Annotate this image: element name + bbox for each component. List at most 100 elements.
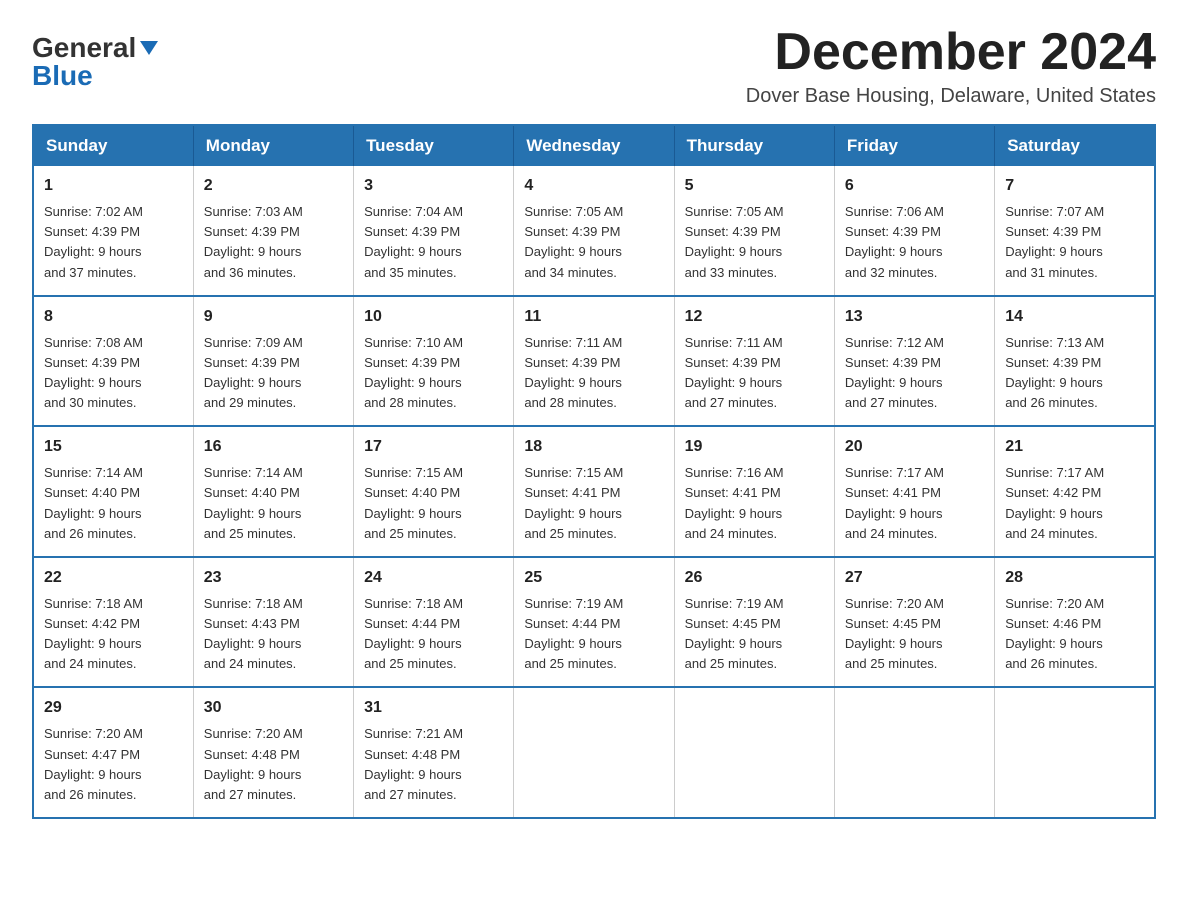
day-info: Sunrise: 7:18 AMSunset: 4:42 PMDaylight:… xyxy=(44,596,143,671)
day-info: Sunrise: 7:19 AMSunset: 4:44 PMDaylight:… xyxy=(524,596,623,671)
day-number: 25 xyxy=(524,566,663,590)
day-info: Sunrise: 7:20 AMSunset: 4:47 PMDaylight:… xyxy=(44,726,143,801)
day-info: Sunrise: 7:20 AMSunset: 4:45 PMDaylight:… xyxy=(845,596,944,671)
day-number: 12 xyxy=(685,305,824,329)
day-info: Sunrise: 7:20 AMSunset: 4:48 PMDaylight:… xyxy=(204,726,303,801)
calendar-cell xyxy=(514,687,674,818)
calendar-cell: 24 Sunrise: 7:18 AMSunset: 4:44 PMDaylig… xyxy=(354,557,514,688)
calendar-cell: 13 Sunrise: 7:12 AMSunset: 4:39 PMDaylig… xyxy=(834,296,994,427)
calendar-cell: 9 Sunrise: 7:09 AMSunset: 4:39 PMDayligh… xyxy=(193,296,353,427)
calendar-week-row: 1 Sunrise: 7:02 AMSunset: 4:39 PMDayligh… xyxy=(33,166,1155,296)
day-number: 11 xyxy=(524,305,663,329)
day-info: Sunrise: 7:08 AMSunset: 4:39 PMDaylight:… xyxy=(44,335,143,410)
calendar-cell: 6 Sunrise: 7:06 AMSunset: 4:39 PMDayligh… xyxy=(834,166,994,296)
day-number: 10 xyxy=(364,305,503,329)
calendar-cell xyxy=(674,687,834,818)
calendar-cell: 17 Sunrise: 7:15 AMSunset: 4:40 PMDaylig… xyxy=(354,426,514,557)
calendar-cell: 18 Sunrise: 7:15 AMSunset: 4:41 PMDaylig… xyxy=(514,426,674,557)
calendar-cell xyxy=(995,687,1155,818)
day-number: 15 xyxy=(44,435,183,459)
day-number: 31 xyxy=(364,696,503,720)
weekday-header-thursday: Thursday xyxy=(674,125,834,166)
calendar-cell: 20 Sunrise: 7:17 AMSunset: 4:41 PMDaylig… xyxy=(834,426,994,557)
logo: General Blue xyxy=(32,32,160,92)
calendar-cell: 16 Sunrise: 7:14 AMSunset: 4:40 PMDaylig… xyxy=(193,426,353,557)
day-info: Sunrise: 7:04 AMSunset: 4:39 PMDaylight:… xyxy=(364,204,463,279)
day-number: 18 xyxy=(524,435,663,459)
calendar-cell: 23 Sunrise: 7:18 AMSunset: 4:43 PMDaylig… xyxy=(193,557,353,688)
calendar-cell: 26 Sunrise: 7:19 AMSunset: 4:45 PMDaylig… xyxy=(674,557,834,688)
day-info: Sunrise: 7:13 AMSunset: 4:39 PMDaylight:… xyxy=(1005,335,1104,410)
day-info: Sunrise: 7:21 AMSunset: 4:48 PMDaylight:… xyxy=(364,726,463,801)
weekday-header-saturday: Saturday xyxy=(995,125,1155,166)
calendar-cell: 11 Sunrise: 7:11 AMSunset: 4:39 PMDaylig… xyxy=(514,296,674,427)
calendar-cell: 19 Sunrise: 7:16 AMSunset: 4:41 PMDaylig… xyxy=(674,426,834,557)
day-info: Sunrise: 7:10 AMSunset: 4:39 PMDaylight:… xyxy=(364,335,463,410)
day-number: 9 xyxy=(204,305,343,329)
calendar-cell: 7 Sunrise: 7:07 AMSunset: 4:39 PMDayligh… xyxy=(995,166,1155,296)
day-info: Sunrise: 7:18 AMSunset: 4:43 PMDaylight:… xyxy=(204,596,303,671)
day-number: 5 xyxy=(685,174,824,198)
day-number: 13 xyxy=(845,305,984,329)
day-number: 7 xyxy=(1005,174,1144,198)
calendar-cell: 12 Sunrise: 7:11 AMSunset: 4:39 PMDaylig… xyxy=(674,296,834,427)
calendar-week-row: 8 Sunrise: 7:08 AMSunset: 4:39 PMDayligh… xyxy=(33,296,1155,427)
day-number: 16 xyxy=(204,435,343,459)
day-number: 29 xyxy=(44,696,183,720)
calendar-week-row: 29 Sunrise: 7:20 AMSunset: 4:47 PMDaylig… xyxy=(33,687,1155,818)
day-number: 1 xyxy=(44,174,183,198)
day-info: Sunrise: 7:05 AMSunset: 4:39 PMDaylight:… xyxy=(685,204,784,279)
day-number: 8 xyxy=(44,305,183,329)
day-number: 28 xyxy=(1005,566,1144,590)
day-number: 6 xyxy=(845,174,984,198)
calendar-cell: 29 Sunrise: 7:20 AMSunset: 4:47 PMDaylig… xyxy=(33,687,193,818)
day-number: 21 xyxy=(1005,435,1144,459)
day-info: Sunrise: 7:06 AMSunset: 4:39 PMDaylight:… xyxy=(845,204,944,279)
day-number: 17 xyxy=(364,435,503,459)
weekday-header-monday: Monday xyxy=(193,125,353,166)
day-info: Sunrise: 7:14 AMSunset: 4:40 PMDaylight:… xyxy=(204,465,303,540)
calendar-week-row: 22 Sunrise: 7:18 AMSunset: 4:42 PMDaylig… xyxy=(33,557,1155,688)
day-info: Sunrise: 7:02 AMSunset: 4:39 PMDaylight:… xyxy=(44,204,143,279)
location-subtitle: Dover Base Housing, Delaware, United Sta… xyxy=(746,85,1156,108)
day-info: Sunrise: 7:12 AMSunset: 4:39 PMDaylight:… xyxy=(845,335,944,410)
page-header: General Blue December 2024 Dover Base Ho… xyxy=(32,24,1156,108)
day-info: Sunrise: 7:11 AMSunset: 4:39 PMDaylight:… xyxy=(685,335,783,410)
calendar-cell: 14 Sunrise: 7:13 AMSunset: 4:39 PMDaylig… xyxy=(995,296,1155,427)
calendar-cell: 25 Sunrise: 7:19 AMSunset: 4:44 PMDaylig… xyxy=(514,557,674,688)
day-info: Sunrise: 7:15 AMSunset: 4:40 PMDaylight:… xyxy=(364,465,463,540)
calendar-cell: 21 Sunrise: 7:17 AMSunset: 4:42 PMDaylig… xyxy=(995,426,1155,557)
calendar-cell: 27 Sunrise: 7:20 AMSunset: 4:45 PMDaylig… xyxy=(834,557,994,688)
day-info: Sunrise: 7:18 AMSunset: 4:44 PMDaylight:… xyxy=(364,596,463,671)
calendar-week-row: 15 Sunrise: 7:14 AMSunset: 4:40 PMDaylig… xyxy=(33,426,1155,557)
day-number: 22 xyxy=(44,566,183,590)
day-info: Sunrise: 7:03 AMSunset: 4:39 PMDaylight:… xyxy=(204,204,303,279)
day-number: 14 xyxy=(1005,305,1144,329)
day-info: Sunrise: 7:14 AMSunset: 4:40 PMDaylight:… xyxy=(44,465,143,540)
calendar-cell: 22 Sunrise: 7:18 AMSunset: 4:42 PMDaylig… xyxy=(33,557,193,688)
calendar-cell xyxy=(834,687,994,818)
day-number: 23 xyxy=(204,566,343,590)
calendar-cell: 2 Sunrise: 7:03 AMSunset: 4:39 PMDayligh… xyxy=(193,166,353,296)
day-info: Sunrise: 7:09 AMSunset: 4:39 PMDaylight:… xyxy=(204,335,303,410)
day-info: Sunrise: 7:16 AMSunset: 4:41 PMDaylight:… xyxy=(685,465,784,540)
day-number: 4 xyxy=(524,174,663,198)
calendar-cell: 3 Sunrise: 7:04 AMSunset: 4:39 PMDayligh… xyxy=(354,166,514,296)
day-number: 19 xyxy=(685,435,824,459)
day-info: Sunrise: 7:05 AMSunset: 4:39 PMDaylight:… xyxy=(524,204,623,279)
day-info: Sunrise: 7:20 AMSunset: 4:46 PMDaylight:… xyxy=(1005,596,1104,671)
calendar-cell: 10 Sunrise: 7:10 AMSunset: 4:39 PMDaylig… xyxy=(354,296,514,427)
weekday-header-row: SundayMondayTuesdayWednesdayThursdayFrid… xyxy=(33,125,1155,166)
weekday-header-sunday: Sunday xyxy=(33,125,193,166)
weekday-header-friday: Friday xyxy=(834,125,994,166)
day-info: Sunrise: 7:07 AMSunset: 4:39 PMDaylight:… xyxy=(1005,204,1104,279)
day-number: 2 xyxy=(204,174,343,198)
day-number: 20 xyxy=(845,435,984,459)
day-number: 26 xyxy=(685,566,824,590)
logo-blue-text: Blue xyxy=(32,60,93,91)
day-number: 24 xyxy=(364,566,503,590)
day-info: Sunrise: 7:17 AMSunset: 4:41 PMDaylight:… xyxy=(845,465,944,540)
calendar-cell: 1 Sunrise: 7:02 AMSunset: 4:39 PMDayligh… xyxy=(33,166,193,296)
calendar-cell: 5 Sunrise: 7:05 AMSunset: 4:39 PMDayligh… xyxy=(674,166,834,296)
weekday-header-wednesday: Wednesday xyxy=(514,125,674,166)
